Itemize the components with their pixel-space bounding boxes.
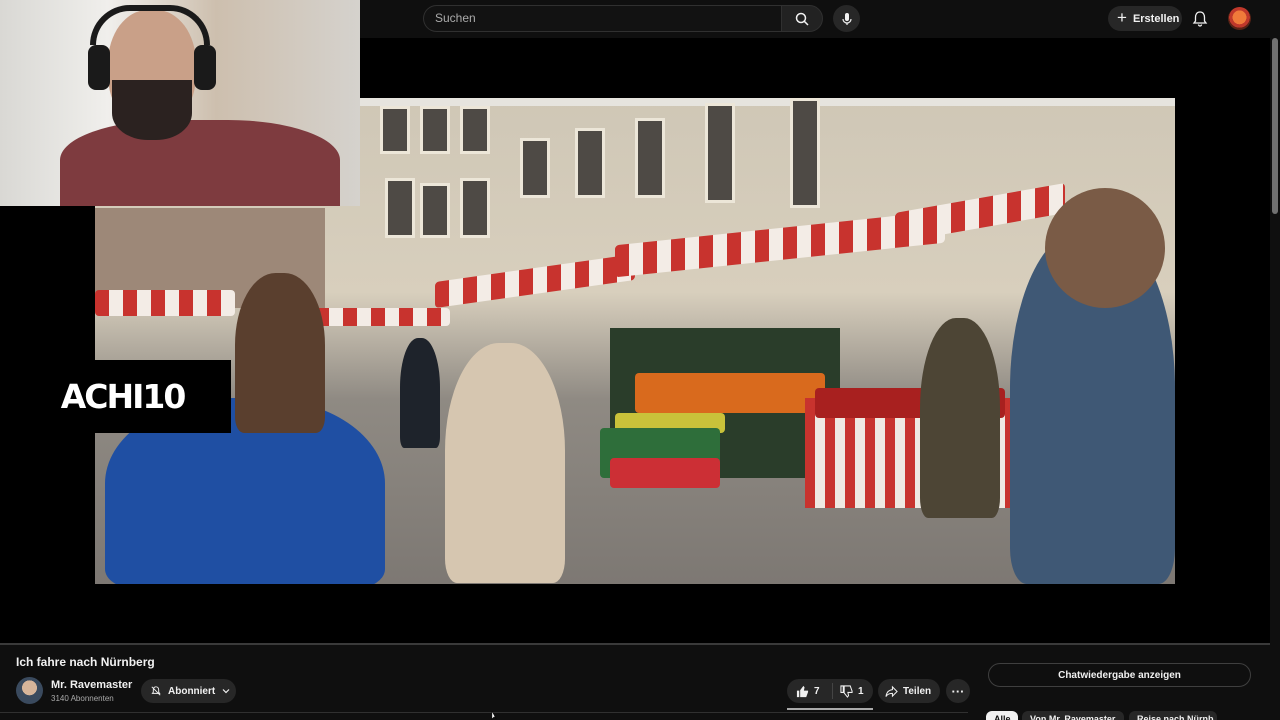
channel-avatar[interactable] — [16, 677, 43, 704]
thumbs-up-icon — [796, 685, 809, 697]
like-dislike-group: 7 1 — [787, 679, 873, 703]
share-button[interactable]: Teilen — [878, 679, 940, 703]
subscribe-label: Abonniert — [168, 685, 216, 697]
chevron-down-icon — [222, 689, 230, 694]
thumbs-down-icon — [840, 684, 853, 698]
progress-bar[interactable] — [0, 643, 1270, 645]
search-input[interactable]: Suchen — [423, 5, 781, 32]
dislike-count: 1 — [858, 685, 864, 697]
scrollbar-thumb[interactable] — [1272, 38, 1278, 214]
mic-icon — [841, 12, 852, 25]
share-icon — [885, 685, 898, 697]
chip-related[interactable]: Reise nach Nürnb... — [1129, 711, 1217, 720]
webcam-overlay — [0, 0, 360, 206]
subscriber-count: 3140 Abonnenten — [51, 694, 114, 703]
scrollbar[interactable] — [1270, 38, 1280, 720]
more-actions-button[interactable]: ··· — [946, 679, 970, 703]
avatar[interactable] — [1228, 7, 1251, 30]
voice-search-button[interactable] — [833, 5, 860, 32]
bell-icon — [151, 686, 161, 696]
create-label: Erstellen — [1132, 12, 1180, 25]
video-title: Ich fahre nach Nürnberg — [16, 655, 155, 669]
chat-replay-button[interactable]: Chatwiedergabe anzeigen — [988, 663, 1251, 687]
chip-from-channel[interactable]: Von Mr. Ravemaster — [1022, 711, 1124, 720]
video-player[interactable]: ACHI10 — [0, 0, 1270, 645]
divider — [0, 712, 968, 713]
create-button[interactable]: + Erstellen — [1108, 6, 1182, 31]
subscribe-button[interactable]: Abonniert — [141, 679, 236, 703]
bell-icon[interactable] — [1190, 9, 1210, 29]
search-icon — [795, 12, 809, 26]
search-button[interactable] — [781, 5, 823, 32]
like-button[interactable]: 7 — [787, 685, 832, 698]
plus-icon: + — [1117, 8, 1127, 27]
watermark-text: ACHI10 — [60, 377, 187, 416]
channel-name[interactable]: Mr. Ravemaster — [51, 679, 132, 691]
like-ratio-bar — [787, 708, 873, 710]
chip-all[interactable]: Alle — [986, 711, 1018, 720]
mouse-cursor — [491, 711, 497, 720]
channel-watermark: ACHI10 — [14, 360, 231, 433]
dislike-button[interactable]: 1 — [832, 683, 864, 699]
like-count: 7 — [814, 685, 820, 697]
share-label: Teilen — [903, 685, 932, 697]
